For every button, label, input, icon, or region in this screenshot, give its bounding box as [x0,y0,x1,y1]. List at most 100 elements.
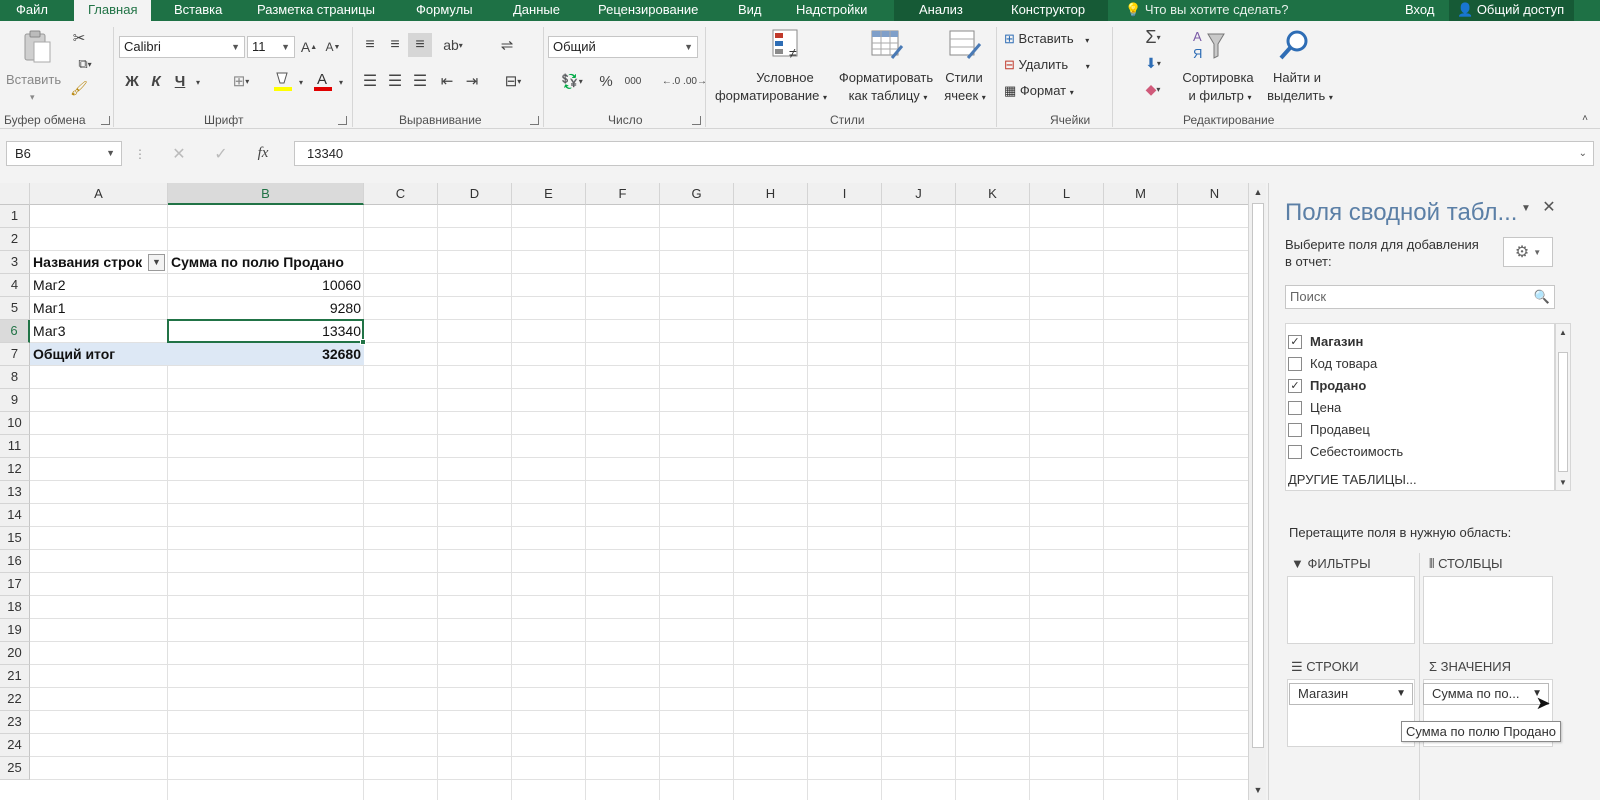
align-center-icon[interactable]: ☰ [385,71,405,91]
field-checkbox[interactable] [1288,423,1302,437]
fill-icon[interactable]: ⬇ ▾ [1138,53,1168,73]
cancel-icon[interactable]: ✕ [170,145,188,163]
worksheet-grid[interactable]: A B C D E F G H I J K L M N 1 2 3 4 5 6 7 8 9 10 11 12 13 14 15 16 17 1… [0,183,1248,800]
comma-style-button[interactable]: 000 [620,71,646,91]
column-header-g[interactable]: G [660,183,734,205]
cut-icon[interactable]: ✂ [70,29,88,47]
row-header-21[interactable]: 21 [0,665,30,688]
paste-dropdown-icon[interactable]: ▾ [30,89,35,106]
row-header-24[interactable]: 24 [0,734,30,757]
row-header-25[interactable]: 25 [0,757,30,780]
sort-filter-icon[interactable]: АЯ [1192,27,1226,63]
sign-in-link[interactable]: Вход [1405,0,1434,21]
align-top-icon[interactable]: ≡ [360,35,380,55]
columns-area[interactable] [1423,576,1553,644]
filters-area[interactable] [1287,576,1415,644]
grand-total-value[interactable]: 32680 [168,343,364,366]
column-header-d[interactable]: D [438,183,512,205]
conditional-formatting-icon[interactable]: ≠ [770,27,804,63]
pivot-row-label[interactable]: Маг3 [30,320,168,343]
paste-icon[interactable] [20,29,54,65]
conditional-formatting-line1[interactable]: Условное [735,69,835,86]
scroll-down-icon[interactable]: ▼ [1557,476,1569,488]
copy-icon[interactable]: ⧉ ▾ [70,55,100,73]
values-field-pill[interactable]: Сумма по по... ▼ [1423,683,1549,705]
fill-color-icon[interactable] [272,69,294,93]
underline-button[interactable]: Ч [172,71,188,91]
column-header-l[interactable]: L [1030,183,1104,205]
vertical-scrollbar[interactable]: ▲ ▼ [1248,183,1266,800]
enter-icon[interactable]: ✓ [212,145,230,163]
tab-data[interactable]: Данные [513,0,560,21]
row-header-5[interactable]: 5 [0,297,30,320]
field-checkbox[interactable] [1288,401,1302,415]
find-select-button[interactable]: выделить ▾ [1262,87,1338,106]
other-tables-link[interactable]: ДРУГИЕ ТАБЛИЦЫ... [1288,470,1417,490]
select-all-corner[interactable] [0,183,30,205]
increase-decimal-icon[interactable]: ←.0 [660,71,682,91]
row-header-9[interactable]: 9 [0,389,30,412]
formula-input[interactable]: 13340 ⌄ [294,141,1594,166]
field-checkbox[interactable] [1288,357,1302,371]
insert-function-button[interactable]: fx [252,143,274,163]
pivot-value-cell[interactable]: 9280 [168,297,364,320]
collapse-ribbon-icon[interactable]: ˄ [1578,111,1592,125]
fill-handle[interactable] [360,339,366,345]
field-checkbox[interactable] [1288,445,1302,459]
increase-indent-icon[interactable]: ⇥ [462,71,482,91]
tell-me-box[interactable]: 💡 Что вы хотите сделать? [1125,0,1289,21]
font-color-icon[interactable]: A [312,69,334,93]
insert-cells-button[interactable]: ⊞ Вставить ▾ [1004,30,1089,49]
tab-file[interactable]: Файл [16,0,48,21]
align-right-icon[interactable]: ☰ [410,71,430,91]
field-checkbox[interactable]: ✓ [1288,335,1302,349]
fill-dropdown-icon[interactable]: ▾ [296,73,306,91]
row-header-8[interactable]: 8 [0,366,30,389]
decrease-indent-icon[interactable]: ⇤ [437,71,457,91]
delete-cells-button[interactable]: ⊟ Удалить ▾ [1004,56,1090,75]
pivot-row-label[interactable]: Маг2 [30,274,168,297]
column-header-n[interactable]: N [1178,183,1248,205]
field-checkbox[interactable]: ✓ [1288,379,1302,393]
scroll-up-icon[interactable]: ▲ [1251,185,1265,199]
column-header-e[interactable]: E [512,183,586,205]
align-bottom-icon[interactable]: ≡ [408,33,432,57]
scrollbar-thumb[interactable] [1558,352,1568,472]
column-header-b[interactable]: B [168,183,364,205]
row-header-18[interactable]: 18 [0,596,30,619]
row-header-12[interactable]: 12 [0,458,30,481]
paste-button[interactable]: Вставить [6,71,61,88]
row-header-3[interactable]: 3 [0,251,30,274]
increase-font-icon[interactable]: A ▲ [300,38,318,56]
decrease-decimal-icon[interactable]: .00→ [683,71,707,91]
row-header-16[interactable]: 16 [0,550,30,573]
tab-design[interactable]: Конструктор [1011,0,1085,21]
row-header-13[interactable]: 13 [0,481,30,504]
row-header-17[interactable]: 17 [0,573,30,596]
filter-dropdown-icon[interactable]: ▼ [148,254,165,271]
scroll-up-icon[interactable]: ▲ [1557,326,1569,338]
drag-handle-icon[interactable]: ⋮ [134,145,146,163]
cell-styles-line1[interactable]: Стили [940,69,988,86]
scroll-down-icon[interactable]: ▼ [1251,783,1265,797]
row-header-11[interactable]: 11 [0,435,30,458]
row-header-14[interactable]: 14 [0,504,30,527]
tab-view[interactable]: Вид [738,0,762,21]
sort-filter-button[interactable]: и фильтр ▾ [1180,87,1260,106]
font-color-dropdown-icon[interactable]: ▾ [336,73,346,91]
underline-dropdown-icon[interactable]: ▾ [192,73,204,91]
cell-styles-icon[interactable] [948,27,982,63]
row-header-20[interactable]: 20 [0,642,30,665]
sort-filter-line1[interactable]: Сортировка [1178,69,1258,86]
row-header-22[interactable]: 22 [0,688,30,711]
conditional-formatting-button[interactable]: форматирование ▾ [711,87,831,106]
merge-center-icon[interactable]: ⊟ ▾ [497,71,529,91]
column-header-h[interactable]: H [734,183,808,205]
row-header-4[interactable]: 4 [0,274,30,297]
tab-analyze[interactable]: Анализ [919,0,963,21]
tab-addins[interactable]: Надстройки [796,0,867,21]
column-header-m[interactable]: M [1104,183,1178,205]
row-header-23[interactable]: 23 [0,711,30,734]
tab-page-layout[interactable]: Разметка страницы [257,0,375,21]
tab-insert[interactable]: Вставка [174,0,222,21]
